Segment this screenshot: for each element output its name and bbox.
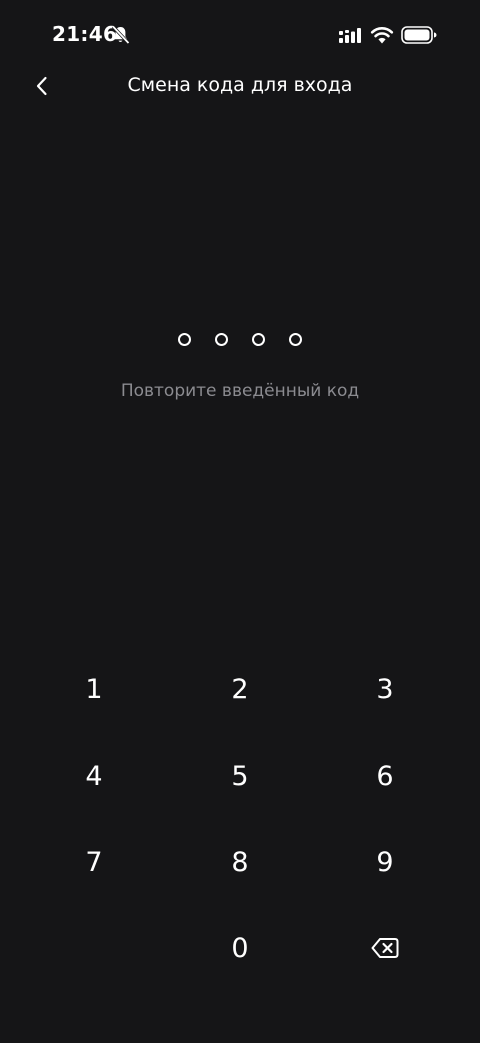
key-2[interactable]: 2 (180, 649, 300, 729)
key-0[interactable]: 0 (180, 908, 300, 988)
battery-icon (401, 26, 437, 44)
wifi-icon (370, 27, 394, 44)
key-3[interactable]: 3 (325, 649, 445, 729)
key-1[interactable]: 1 (34, 649, 154, 729)
pin-dot (178, 333, 191, 346)
key-9[interactable]: 9 (325, 822, 445, 902)
backspace-button[interactable] (325, 908, 445, 988)
backspace-icon (371, 938, 399, 958)
key-4[interactable]: 4 (34, 736, 154, 816)
app-header: Смена кода для входа (0, 62, 480, 110)
key-6[interactable]: 6 (325, 736, 445, 816)
pin-dot (215, 333, 228, 346)
signal-icon (339, 28, 361, 43)
key-8[interactable]: 8 (180, 822, 300, 902)
numeric-keypad: 1 2 3 4 5 6 7 8 9 0 (0, 646, 480, 992)
bell-muted-icon (111, 25, 130, 45)
key-7[interactable]: 7 (34, 822, 154, 902)
pin-indicator (0, 333, 480, 349)
page-title: Смена кода для входа (127, 74, 353, 96)
pin-dot (252, 333, 265, 346)
status-bar: 21:46 (0, 0, 480, 70)
key-5[interactable]: 5 (180, 736, 300, 816)
status-time: 21:46 (52, 22, 118, 46)
pin-dot (289, 333, 302, 346)
pin-hint: Повторите введённый код (120, 381, 360, 401)
